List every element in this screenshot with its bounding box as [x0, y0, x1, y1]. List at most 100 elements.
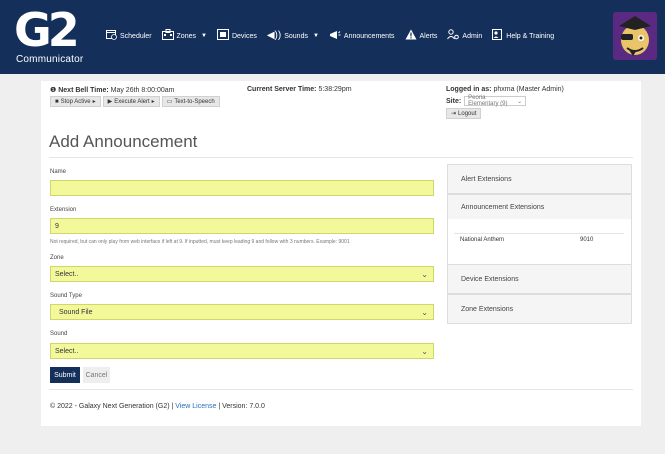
- chevron-down-icon: ⌄: [421, 308, 428, 317]
- nav-label: Zones: [176, 32, 196, 40]
- zone-select[interactable]: Select.. ⌄: [50, 266, 434, 282]
- next-bell-value: May 26th 8:00:00am: [110, 87, 175, 94]
- site-label: Site:: [446, 97, 462, 105]
- nav-help[interactable]: Help & Training: [492, 29, 554, 43]
- nav-label: Admin: [462, 32, 483, 40]
- nav-zones[interactable]: Zones ▼: [161, 29, 207, 43]
- sound-select[interactable]: Select.. ⌄: [50, 343, 434, 359]
- devices-icon: [216, 29, 229, 43]
- nav-label: Scheduler: [120, 32, 152, 40]
- zone-extensions-panel[interactable]: Zone Extensions: [447, 294, 632, 324]
- logout-label: Logout: [458, 110, 477, 117]
- top-nav-bar: G2 Communicator Scheduler Zones ▼ Device…: [0, 0, 665, 74]
- zone-extensions-title: Zone Extensions: [461, 305, 514, 313]
- nav-label: Announcements: [343, 32, 395, 40]
- action-button-row: ■ Stop Active ▸ ▶ Execute Alert ▸ ▭ Text…: [50, 96, 220, 107]
- table-row: National Anthem 9010: [454, 233, 624, 245]
- sound-type-label: Sound Type: [50, 293, 82, 299]
- main-panel: ❶ Next Bell Time: May 26th 8:00:00am ■ S…: [41, 81, 641, 426]
- play-icon: ▶: [107, 99, 113, 105]
- title-divider: [49, 157, 633, 158]
- nav-scheduler[interactable]: Scheduler: [106, 29, 152, 43]
- site-row: Site: Peoria Elementary (9) ⌄: [446, 95, 527, 107]
- next-bell-label: Next Bell Time:: [58, 87, 109, 94]
- extension-name: National Anthem: [460, 237, 505, 243]
- help-book-icon: [492, 29, 503, 43]
- stop-active-label: Stop Active: [60, 98, 91, 105]
- stop-icon: ■: [55, 98, 59, 105]
- caret-right-icon: ▸: [151, 99, 155, 105]
- caret-down-icon: ▼: [312, 33, 319, 39]
- announcement-extensions-panel[interactable]: Announcement Extensions: [447, 194, 632, 220]
- footer-copyright: © 2022 - Galaxy Next Generation (G2) |: [50, 403, 174, 410]
- next-bell-status: ❶ Next Bell Time: May 26th 8:00:00am: [50, 86, 174, 94]
- alert-extensions-title: Alert Extensions: [461, 175, 512, 183]
- extension-input[interactable]: 9: [50, 218, 434, 234]
- sound-select-value: Select..: [55, 347, 79, 355]
- server-time-value: 5:38:29pm: [318, 86, 352, 93]
- nav-alerts[interactable]: Alerts: [405, 29, 438, 43]
- zone-select-value: Select..: [55, 270, 79, 278]
- speaker-icon: ◀)): [266, 30, 282, 41]
- name-input[interactable]: [50, 180, 434, 196]
- site-select[interactable]: Peoria Elementary (9) ⌄: [464, 95, 527, 107]
- sound-label: Sound: [50, 331, 68, 337]
- execute-alert-label: Execute Alert: [114, 98, 150, 105]
- alert-extensions-panel[interactable]: Alert Extensions: [447, 164, 632, 194]
- g2-logo[interactable]: G2 Communicator: [14, 6, 84, 68]
- megaphone-icon: [329, 30, 341, 43]
- device-extensions-panel[interactable]: Device Extensions: [447, 264, 632, 294]
- view-license-link[interactable]: View License: [175, 403, 216, 410]
- stop-active-button[interactable]: ■ Stop Active ▸: [50, 96, 101, 107]
- sound-type-select-value: Sound File: [59, 308, 93, 316]
- logo-mark: G2: [14, 3, 80, 57]
- footer: © 2022 - Galaxy Next Generation (G2) | V…: [50, 403, 265, 410]
- zone-label: Zone: [50, 255, 64, 261]
- server-time-label: Current Server Time:: [247, 86, 317, 93]
- submit-button[interactable]: Submit: [50, 367, 80, 383]
- device-extensions-title: Device Extensions: [461, 275, 519, 283]
- extension-label: Extension: [50, 207, 77, 213]
- nav-admin[interactable]: Admin: [447, 29, 482, 43]
- caret-right-icon: ▸: [92, 99, 96, 105]
- logged-in-value: phxma (Master Admin): [493, 86, 564, 93]
- announcement-extensions-title: Announcement Extensions: [461, 203, 545, 211]
- cancel-button[interactable]: Cancel: [83, 367, 110, 383]
- server-time-status: Current Server Time: 5:38:29pm: [247, 86, 352, 93]
- keyboard-icon: ▭: [166, 99, 173, 105]
- logout-button[interactable]: ⇥ Logout: [446, 108, 482, 119]
- logout-icon: ⇥: [451, 111, 457, 117]
- site-select-value: Peoria Elementary (9): [468, 95, 508, 107]
- main-nav: Scheduler Zones ▼ Devices ◀)) Sounds ▼ A…: [106, 28, 554, 44]
- logo-subtitle: Communicator: [16, 54, 84, 65]
- nav-announcements[interactable]: Announcements: [329, 30, 395, 43]
- nav-label: Alerts: [419, 32, 438, 40]
- building-icon: [161, 29, 174, 43]
- chevron-down-icon: ⌄: [421, 347, 428, 356]
- text-to-speech-button[interactable]: ▭ Text-to-Speech: [161, 96, 220, 107]
- nav-sounds[interactable]: ◀)) Sounds ▼: [267, 31, 319, 41]
- school-mascot-logo: [613, 12, 657, 60]
- nav-label: Help & Training: [506, 32, 555, 40]
- extension-number: 9010: [580, 237, 594, 243]
- name-label: Name: [50, 169, 67, 175]
- chevron-down-icon: ⌄: [517, 98, 523, 105]
- execute-alert-button[interactable]: ▶ Execute Alert ▸: [102, 96, 160, 107]
- sound-type-select[interactable]: Sound File ⌄: [50, 304, 434, 320]
- announcement-extensions-body: National Anthem 9010: [447, 219, 632, 264]
- extension-hint: Not required, but can only play from web…: [50, 239, 350, 245]
- caret-down-icon: ▼: [201, 33, 207, 39]
- calendar-clock-icon: [106, 29, 117, 43]
- logged-in-status: Logged in as: phxma (Master Admin): [446, 86, 564, 93]
- tts-label: Text-to-Speech: [174, 98, 215, 105]
- page-title: Add Announcement: [49, 132, 198, 151]
- footer-version: | Version: 7.0.0: [218, 403, 265, 410]
- footer-divider: [49, 389, 633, 390]
- info-circle-icon: ❶: [50, 87, 57, 94]
- nav-label: Sounds: [284, 32, 308, 40]
- warning-icon: [405, 29, 417, 43]
- chevron-down-icon: ⌄: [421, 270, 428, 279]
- logged-in-label: Logged in as:: [446, 86, 492, 93]
- nav-devices[interactable]: Devices: [216, 29, 257, 43]
- users-cog-icon: [447, 29, 460, 43]
